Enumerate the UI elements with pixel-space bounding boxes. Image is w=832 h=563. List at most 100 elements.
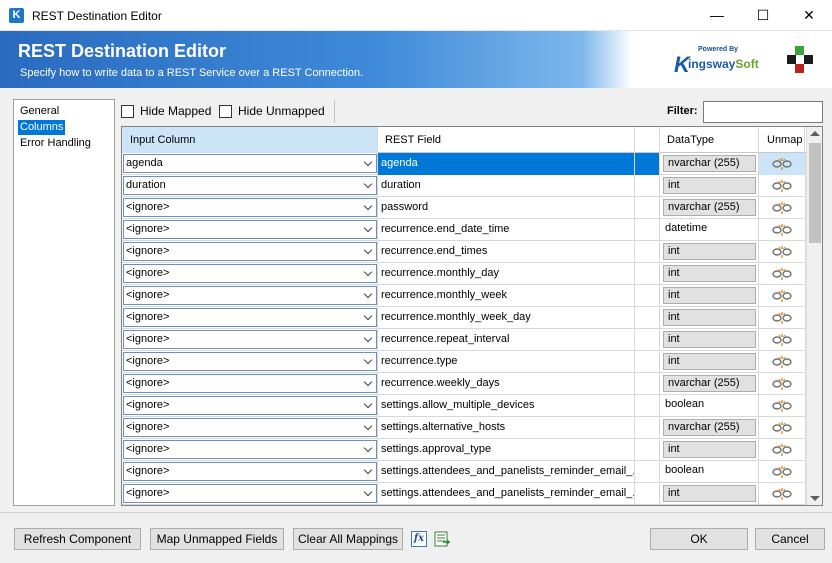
ok-button[interactable]: OK xyxy=(650,528,748,550)
datatype-cell[interactable]: nvarchar (255) xyxy=(660,417,759,439)
unlink-icon[interactable] xyxy=(772,421,792,435)
unlink-icon[interactable] xyxy=(772,311,792,325)
rest-field-cell[interactable]: settings.alternative_hosts xyxy=(378,417,635,439)
chevron-down-icon[interactable] xyxy=(363,267,373,277)
datatype-value[interactable]: datetime xyxy=(663,221,756,238)
input-column-cell[interactable]: <ignore> xyxy=(122,241,378,263)
rest-field-cell[interactable]: recurrence.monthly_week_day xyxy=(378,307,635,329)
datatype-cell[interactable]: nvarchar (255) xyxy=(660,197,759,219)
datatype-cell[interactable]: nvarchar (255) xyxy=(660,373,759,395)
unmap-cell[interactable] xyxy=(759,439,806,461)
nav-item-columns[interactable]: Columns xyxy=(18,120,66,135)
unlink-icon[interactable] xyxy=(772,377,792,391)
input-column-dropdown[interactable]: agenda xyxy=(123,154,377,173)
scroll-down-arrow-icon[interactable] xyxy=(810,496,820,501)
rest-field-cell[interactable]: agenda xyxy=(378,153,635,175)
input-column-dropdown[interactable]: <ignore> xyxy=(123,352,377,371)
input-column-cell[interactable]: <ignore> xyxy=(122,329,378,351)
scroll-up-arrow-icon[interactable] xyxy=(810,131,820,136)
chevron-down-icon[interactable] xyxy=(363,223,373,233)
table-row[interactable]: <ignore> recurrence.end_date_time datetime xyxy=(122,219,806,241)
hide-mapped-checkbox-box[interactable] xyxy=(121,105,134,118)
unlink-icon[interactable] xyxy=(772,223,792,237)
chevron-down-icon[interactable] xyxy=(363,355,373,365)
input-column-dropdown[interactable]: <ignore> xyxy=(123,308,377,327)
unlink-icon[interactable] xyxy=(772,179,792,193)
datatype-cell[interactable]: int xyxy=(660,329,759,351)
input-column-cell[interactable]: <ignore> xyxy=(122,439,378,461)
table-row[interactable]: <ignore> settings.attendees_and_panelists… xyxy=(122,483,806,505)
datatype-cell[interactable]: int xyxy=(660,307,759,329)
table-row[interactable]: <ignore> recurrence.end_times int xyxy=(122,241,806,263)
unlink-icon[interactable] xyxy=(772,157,792,171)
input-column-dropdown[interactable]: <ignore> xyxy=(123,484,377,503)
close-button[interactable]: ✕ xyxy=(786,0,832,31)
input-column-cell[interactable]: <ignore> xyxy=(122,461,378,483)
input-column-dropdown[interactable]: <ignore> xyxy=(123,374,377,393)
chevron-down-icon[interactable] xyxy=(363,289,373,299)
filter-input[interactable] xyxy=(703,101,823,123)
rest-field-cell[interactable]: recurrence.weekly_days xyxy=(378,373,635,395)
datatype-cell[interactable]: datetime xyxy=(660,219,759,241)
input-column-cell[interactable]: <ignore> xyxy=(122,197,378,219)
rest-field-cell[interactable]: settings.attendees_and_panelists_reminde… xyxy=(378,461,635,483)
header-rest-field[interactable]: REST Field xyxy=(378,127,635,153)
refresh-component-button[interactable]: Refresh Component xyxy=(14,528,141,550)
table-row[interactable]: <ignore> settings.approval_type int xyxy=(122,439,806,461)
rest-field-cell[interactable]: duration xyxy=(378,175,635,197)
datatype-cell[interactable]: nvarchar (255) xyxy=(660,153,759,175)
input-column-cell[interactable]: <ignore> xyxy=(122,395,378,417)
chevron-down-icon[interactable] xyxy=(363,399,373,409)
chevron-down-icon[interactable] xyxy=(363,179,373,189)
input-column-cell[interactable]: <ignore> xyxy=(122,219,378,241)
input-column-cell[interactable]: <ignore> xyxy=(122,263,378,285)
hide-mapped-checkbox[interactable]: Hide Mapped xyxy=(121,104,217,120)
unlink-icon[interactable] xyxy=(772,201,792,215)
datatype-cell[interactable]: int xyxy=(660,439,759,461)
unlink-icon[interactable] xyxy=(772,289,792,303)
unmap-cell[interactable] xyxy=(759,219,806,241)
input-column-cell[interactable]: <ignore> xyxy=(122,483,378,505)
rest-field-cell[interactable]: settings.attendees_and_panelists_reminde… xyxy=(378,483,635,505)
clear-all-mappings-button[interactable]: Clear All Mappings xyxy=(293,528,403,550)
nav-item-error-handling[interactable]: Error Handling xyxy=(18,136,93,151)
input-column-cell[interactable]: <ignore> xyxy=(122,351,378,373)
input-column-cell[interactable]: <ignore> xyxy=(122,285,378,307)
unlink-icon[interactable] xyxy=(772,399,792,413)
input-column-dropdown[interactable]: <ignore> xyxy=(123,198,377,217)
unmap-cell[interactable] xyxy=(759,417,806,439)
datatype-cell[interactable]: boolean xyxy=(660,395,759,417)
unmap-cell[interactable] xyxy=(759,153,806,175)
rest-field-cell[interactable]: recurrence.type xyxy=(378,351,635,373)
chevron-down-icon[interactable] xyxy=(363,201,373,211)
unmap-cell[interactable] xyxy=(759,263,806,285)
unmap-cell[interactable] xyxy=(759,285,806,307)
scrollbar-thumb[interactable] xyxy=(809,143,821,243)
datatype-cell[interactable]: int xyxy=(660,241,759,263)
input-column-dropdown[interactable]: <ignore> xyxy=(123,330,377,349)
input-column-cell[interactable]: <ignore> xyxy=(122,417,378,439)
input-column-dropdown[interactable]: <ignore> xyxy=(123,462,377,481)
datatype-cell[interactable]: int xyxy=(660,175,759,197)
table-row[interactable]: <ignore> recurrence.repeat_interval int xyxy=(122,329,806,351)
input-column-dropdown[interactable]: <ignore> xyxy=(123,396,377,415)
minimize-button[interactable]: — xyxy=(694,0,740,31)
unmap-cell[interactable] xyxy=(759,307,806,329)
unmap-cell[interactable] xyxy=(759,329,806,351)
unmap-cell[interactable] xyxy=(759,395,806,417)
datatype-cell[interactable]: int xyxy=(660,285,759,307)
header-unmap[interactable]: Unmap xyxy=(759,127,805,153)
rest-field-cell[interactable]: recurrence.monthly_week xyxy=(378,285,635,307)
export-sheet-icon[interactable] xyxy=(434,531,450,547)
table-row[interactable]: duration duration int xyxy=(122,175,806,197)
table-row[interactable]: <ignore> password nvarchar (255) xyxy=(122,197,806,219)
table-row[interactable]: <ignore> recurrence.type int xyxy=(122,351,806,373)
rest-field-cell[interactable]: password xyxy=(378,197,635,219)
datatype-cell[interactable]: int xyxy=(660,351,759,373)
unlink-icon[interactable] xyxy=(772,443,792,457)
header-input-column[interactable]: Input Column xyxy=(122,127,378,153)
chevron-down-icon[interactable] xyxy=(363,465,373,475)
unlink-icon[interactable] xyxy=(772,245,792,259)
table-row[interactable]: <ignore> recurrence.monthly_week_day int xyxy=(122,307,806,329)
table-row[interactable]: <ignore> recurrence.monthly_week int xyxy=(122,285,806,307)
